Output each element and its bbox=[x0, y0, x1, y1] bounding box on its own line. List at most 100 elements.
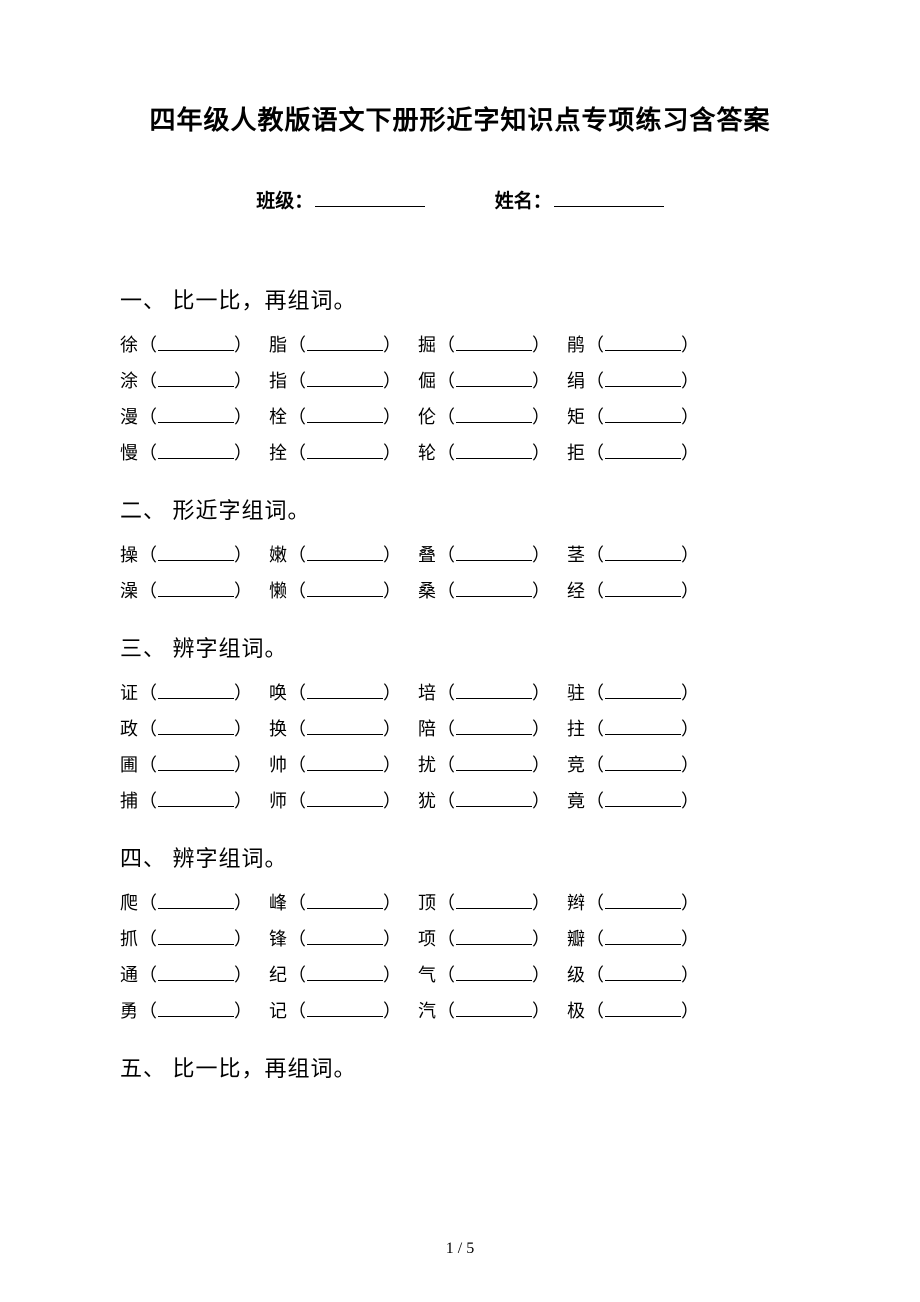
character: 级 bbox=[567, 957, 586, 993]
exercise-cell: 倔（） bbox=[418, 363, 551, 399]
answer-blank[interactable] bbox=[307, 752, 383, 771]
answer-blank[interactable] bbox=[605, 542, 681, 561]
answer-blank[interactable] bbox=[307, 680, 383, 699]
answer-blank[interactable] bbox=[307, 716, 383, 735]
answer-blank[interactable] bbox=[158, 680, 234, 699]
right-paren: ） bbox=[681, 957, 700, 993]
answer-blank[interactable] bbox=[605, 680, 681, 699]
left-paren: （ bbox=[288, 993, 307, 1029]
answer-blank[interactable] bbox=[456, 404, 532, 423]
answer-blank[interactable] bbox=[605, 404, 681, 423]
answer-blank[interactable] bbox=[158, 542, 234, 561]
left-paren: （ bbox=[586, 399, 605, 435]
answer-blank[interactable] bbox=[307, 890, 383, 909]
exercise-cell: 矩（） bbox=[567, 399, 700, 435]
exercise-cell: 级（ ） bbox=[567, 957, 700, 993]
character: 圃 bbox=[120, 747, 139, 783]
answer-blank[interactable] bbox=[307, 404, 383, 423]
answer-blank[interactable] bbox=[456, 998, 532, 1017]
answer-blank[interactable] bbox=[158, 368, 234, 387]
exercise-cell: 澡（） bbox=[120, 573, 253, 609]
section-heading: 一、 比一比，再组词。 bbox=[120, 283, 800, 315]
answer-blank[interactable] bbox=[605, 926, 681, 945]
answer-blank[interactable] bbox=[456, 752, 532, 771]
answer-blank[interactable] bbox=[605, 716, 681, 735]
answer-blank[interactable] bbox=[605, 788, 681, 807]
exercise-row: 澡（）懒（）桑（）经（） bbox=[120, 573, 800, 609]
answer-blank[interactable] bbox=[605, 368, 681, 387]
right-paren: ） bbox=[234, 435, 253, 471]
exercise-cell: 顶（） bbox=[418, 885, 551, 921]
left-paren: （ bbox=[288, 573, 307, 609]
answer-blank[interactable] bbox=[456, 962, 532, 981]
right-paren: ） bbox=[383, 783, 402, 819]
answer-blank[interactable] bbox=[307, 788, 383, 807]
answer-blank[interactable] bbox=[456, 716, 532, 735]
character: 爬 bbox=[120, 885, 139, 921]
answer-blank[interactable] bbox=[158, 440, 234, 459]
answer-blank[interactable] bbox=[456, 578, 532, 597]
answer-blank[interactable] bbox=[158, 890, 234, 909]
left-paren: （ bbox=[586, 957, 605, 993]
left-paren: （ bbox=[288, 363, 307, 399]
answer-blank[interactable] bbox=[605, 578, 681, 597]
answer-blank[interactable] bbox=[605, 962, 681, 981]
answer-blank[interactable] bbox=[158, 332, 234, 351]
answer-blank[interactable] bbox=[158, 716, 234, 735]
answer-blank[interactable] bbox=[456, 788, 532, 807]
left-paren: （ bbox=[288, 921, 307, 957]
answer-blank[interactable] bbox=[605, 752, 681, 771]
answer-blank[interactable] bbox=[456, 332, 532, 351]
character: 辫 bbox=[567, 885, 586, 921]
answer-blank[interactable] bbox=[158, 926, 234, 945]
exercise-cell: 嫩（） bbox=[269, 537, 402, 573]
class-label: 班级： bbox=[256, 191, 313, 212]
exercise-cell: 扰（） bbox=[418, 747, 551, 783]
answer-blank[interactable] bbox=[456, 440, 532, 459]
left-paren: （ bbox=[139, 435, 158, 471]
character: 记 bbox=[269, 993, 288, 1029]
answer-blank[interactable] bbox=[307, 542, 383, 561]
answer-blank[interactable] bbox=[456, 680, 532, 699]
answer-blank[interactable] bbox=[307, 926, 383, 945]
right-paren: ） bbox=[681, 885, 700, 921]
answer-blank[interactable] bbox=[307, 332, 383, 351]
answer-blank[interactable] bbox=[307, 440, 383, 459]
answer-blank[interactable] bbox=[158, 578, 234, 597]
left-paren: （ bbox=[437, 747, 456, 783]
answer-blank[interactable] bbox=[158, 998, 234, 1017]
answer-blank[interactable] bbox=[307, 998, 383, 1017]
right-paren: ） bbox=[532, 993, 551, 1029]
right-paren: ） bbox=[532, 435, 551, 471]
left-paren: （ bbox=[437, 537, 456, 573]
name-input-blank[interactable] bbox=[554, 185, 664, 207]
character: 证 bbox=[120, 675, 139, 711]
answer-blank[interactable] bbox=[605, 440, 681, 459]
character: 指 bbox=[269, 363, 288, 399]
character: 唤 bbox=[269, 675, 288, 711]
exercise-cell: 栓（） bbox=[269, 399, 402, 435]
answer-blank[interactable] bbox=[307, 368, 383, 387]
answer-blank[interactable] bbox=[456, 542, 532, 561]
answer-blank[interactable] bbox=[158, 788, 234, 807]
answer-blank[interactable] bbox=[158, 752, 234, 771]
answer-blank[interactable] bbox=[456, 368, 532, 387]
answer-blank[interactable] bbox=[605, 998, 681, 1017]
answer-blank[interactable] bbox=[307, 578, 383, 597]
answer-blank[interactable] bbox=[158, 962, 234, 981]
right-paren: ） bbox=[234, 921, 253, 957]
character: 帅 bbox=[269, 747, 288, 783]
answer-blank[interactable] bbox=[307, 962, 383, 981]
answer-blank[interactable] bbox=[158, 404, 234, 423]
left-paren: （ bbox=[437, 675, 456, 711]
answer-blank[interactable] bbox=[605, 890, 681, 909]
section-number: 五、 bbox=[120, 1051, 166, 1083]
answer-blank[interactable] bbox=[605, 332, 681, 351]
answer-blank[interactable] bbox=[456, 926, 532, 945]
answer-blank[interactable] bbox=[456, 890, 532, 909]
exercise-cell: 瓣（） bbox=[567, 921, 700, 957]
exercise-cell: 辫（） bbox=[567, 885, 700, 921]
class-input-blank[interactable] bbox=[315, 185, 425, 207]
right-paren: ） bbox=[234, 675, 253, 711]
right-paren: ） bbox=[532, 327, 551, 363]
